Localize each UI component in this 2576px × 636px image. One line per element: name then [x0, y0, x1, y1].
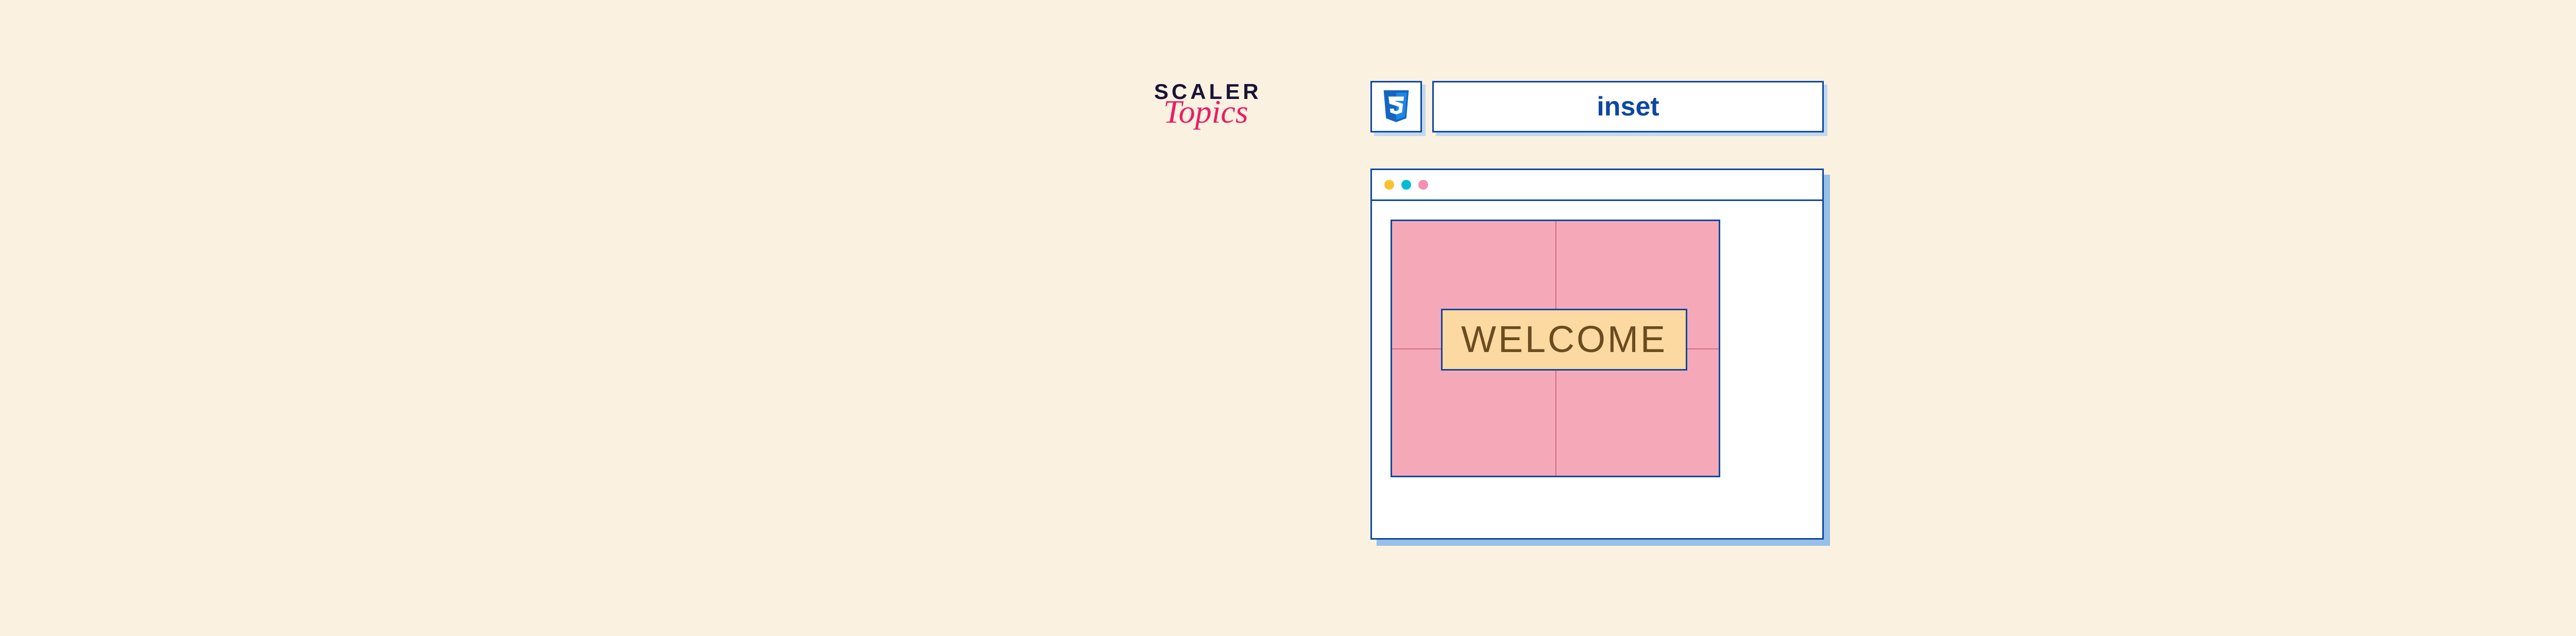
css-badge	[1370, 81, 1422, 132]
browser-frame: WELCOME	[1370, 169, 1824, 540]
traffic-light-maximize-icon[interactable]	[1401, 180, 1411, 190]
traffic-light-close-icon[interactable]	[1418, 180, 1428, 190]
header-row: inset	[1370, 81, 1824, 132]
inset-element-text: WELCOME	[1461, 319, 1667, 360]
browser-window: WELCOME	[1370, 169, 1824, 540]
property-title: inset	[1432, 81, 1824, 132]
browser-titlebar	[1372, 170, 1822, 201]
brand-line2: Topics	[1163, 101, 1262, 124]
inset-element: WELCOME	[1441, 309, 1687, 371]
css3-shield-icon	[1381, 89, 1412, 124]
traffic-light-minimize-icon[interactable]	[1384, 180, 1394, 190]
brand-logo: SCALER Topics	[1154, 81, 1262, 124]
property-title-text: inset	[1597, 91, 1659, 122]
browser-viewport: WELCOME	[1372, 201, 1822, 538]
positioned-container: WELCOME	[1391, 220, 1720, 477]
